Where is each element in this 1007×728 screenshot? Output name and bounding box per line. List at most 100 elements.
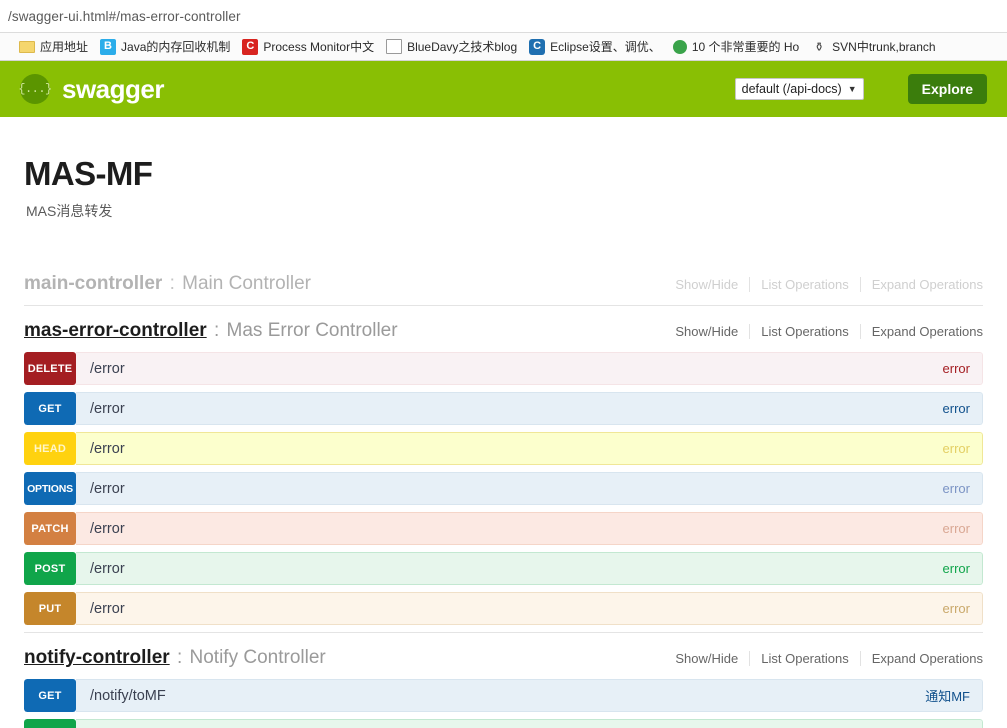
resource-section: mas-error-controller : Mas Error Control… xyxy=(24,305,983,625)
show-hide-link[interactable]: Show/Hide xyxy=(664,324,749,339)
operation-row[interactable]: POST/notify/toMF通知MF xyxy=(24,719,983,728)
bookmarks-bar: 图 应用地址 B Java的内存回收机制 C Process Monitor中文 BlueD… xyxy=(0,33,1007,61)
operation-summary: error xyxy=(942,481,970,496)
expand-operations-link[interactable]: Expand Operations xyxy=(859,651,983,666)
operation-method-label: OPTIONS xyxy=(27,482,73,495)
operation-path[interactable]: /error xyxy=(90,401,125,417)
bookmark-label: SVN中trunk,branch xyxy=(832,40,936,54)
resource-list: main-controller : Main Controller Show/Hi… xyxy=(24,227,983,728)
bookmark-item[interactable]: 应用地址 xyxy=(14,36,93,58)
header-controls: default (/api-docs) ▼ Explore xyxy=(734,74,987,104)
operation-method-label: POST xyxy=(34,562,66,575)
operation-body: /error error xyxy=(76,472,983,505)
operation-path[interactable]: /error xyxy=(90,601,125,617)
operation-path[interactable]: /error xyxy=(90,441,125,457)
resource-title: notify-controller : Notify Controller xyxy=(24,647,326,669)
swagger-header: {...} swagger default (/api-docs) ▼ Expl… xyxy=(0,61,1007,117)
operation-row[interactable]: DELETE/error error xyxy=(24,352,983,385)
resource-name-link[interactable]: notify-controller xyxy=(24,647,170,668)
main-content: MAS-MF MAS消息转发 main-controller : Main Co… xyxy=(0,117,1007,728)
operation-path[interactable]: /error xyxy=(90,521,125,537)
operation-method-badge: PATCH xyxy=(24,512,76,545)
operation-path[interactable]: /notify/toMF xyxy=(90,688,166,704)
operation-method-badge: POST xyxy=(24,552,76,585)
operation-row[interactable]: GET/error error xyxy=(24,392,983,425)
operation-method-badge: PUT xyxy=(24,592,76,625)
bookmark-item[interactable]: B Java的内存回收机制 xyxy=(95,36,235,58)
operation-row[interactable]: GET/notify/toMF 通知MF xyxy=(24,679,983,712)
operation-row[interactable]: HEAD/error error xyxy=(24,432,983,465)
operation-summary: error xyxy=(942,561,970,576)
operation-method-badge: POST xyxy=(24,719,76,728)
operation-path[interactable]: /error xyxy=(90,481,125,497)
operation-row[interactable]: POST/error error xyxy=(24,552,983,585)
resource-separator: : xyxy=(164,273,181,294)
operation-body: /notify/toMF通知MF xyxy=(76,719,983,728)
expand-operations-link[interactable]: Expand Operations xyxy=(859,324,983,339)
bookmark-item[interactable]: C Eclipse设置、调优、 xyxy=(524,36,666,58)
resource-header: mas-error-controller : Mas Error Control… xyxy=(24,305,983,352)
list-operations-link[interactable]: List Operations xyxy=(749,277,859,292)
operation-summary: error xyxy=(942,521,970,536)
chevron-down-icon: ▼ xyxy=(847,84,857,94)
list-operations-link[interactable]: List Operations xyxy=(749,324,859,339)
operation-method-label: DELETE xyxy=(27,362,73,375)
operation-body: /error error xyxy=(76,432,983,465)
operation-method-badge: GET xyxy=(24,679,76,712)
resource-title: mas-error-controller : Mas Error Control… xyxy=(24,320,398,342)
bookmark-item[interactable]: ⚱ SVN中trunk,branch xyxy=(806,36,940,58)
resource-section: main-controller : Main Controller Show/Hi… xyxy=(24,227,983,305)
operation-row[interactable]: OPTIONS/error error xyxy=(24,472,983,505)
operation-row[interactable]: PATCH/error error xyxy=(24,512,983,545)
resource-description: Main Controller xyxy=(182,273,311,294)
resource-separator: : xyxy=(171,647,188,668)
expand-operations-link[interactable]: Expand Operations xyxy=(859,277,983,292)
list-operations-link[interactable]: List Operations xyxy=(749,651,859,666)
bookmark-item[interactable]: 图 xyxy=(2,36,12,58)
api-docs-select[interactable]: default (/api-docs) ▼ xyxy=(734,78,864,100)
operation-method-label: GET xyxy=(38,689,62,702)
url-bar[interactable]: /swagger-ui.html#/mas-error-controller xyxy=(0,0,1007,33)
operation-summary: error xyxy=(942,401,970,416)
bookmark-label: BlueDavy之技术blog xyxy=(407,40,518,54)
operation-path[interactable]: /error xyxy=(90,361,125,377)
url-text: /swagger-ui.html#/mas-error-controller xyxy=(8,8,241,24)
svn-icon: ⚱ xyxy=(814,39,825,54)
operation-summary: error xyxy=(942,361,970,376)
operation-method-label: PUT xyxy=(38,602,62,615)
show-hide-link[interactable]: Show/Hide xyxy=(664,651,749,666)
swagger-logo[interactable]: {...} swagger xyxy=(18,73,165,105)
operation-body: /error error xyxy=(76,552,983,585)
operation-path[interactable]: /error xyxy=(90,561,125,577)
resource-header: main-controller : Main Controller Show/Hi… xyxy=(24,227,983,305)
bookmark-label: 10 个非常重要的 Ho xyxy=(691,40,800,54)
operation-method-badge: HEAD xyxy=(24,432,76,465)
operation-method-label: PATCH xyxy=(31,522,69,535)
bookmark-item[interactable]: BlueDavy之技术blog xyxy=(381,36,522,58)
operation-summary: error xyxy=(942,601,970,616)
api-info: MAS-MF MAS消息转发 xyxy=(24,117,983,227)
operation-row[interactable]: PUT/error error xyxy=(24,592,983,625)
green-circle-icon xyxy=(672,39,687,54)
operation-method-label: GET xyxy=(38,402,62,415)
page-icon xyxy=(386,39,403,54)
resource-name-link[interactable]: mas-error-controller xyxy=(24,320,207,341)
resource-name-link[interactable]: main-controller xyxy=(24,273,162,294)
explore-button[interactable]: Explore xyxy=(907,74,987,104)
operation-summary: error xyxy=(942,441,970,456)
operation-body: /notify/toMF 通知MF xyxy=(76,679,983,712)
bookmark-item[interactable]: C Process Monitor中文 xyxy=(237,36,379,58)
folder-icon xyxy=(19,40,35,53)
blue-b-icon: B xyxy=(100,38,117,55)
operation-summary: 通知MF xyxy=(925,689,970,704)
swagger-wordmark: swagger xyxy=(62,73,165,104)
bookmark-label: Java的内存回收机制 xyxy=(121,40,231,54)
operation-method-badge: GET xyxy=(24,392,76,425)
operation-body: /error error xyxy=(76,392,983,425)
bookmark-item[interactable]: 10 个非常重要的 Ho xyxy=(668,36,804,58)
resource-options: Show/Hide List Operations Expand Operation… xyxy=(664,277,983,292)
resource-description: Mas Error Controller xyxy=(226,320,398,341)
resource-options: Show/Hide List Operations Expand Operation… xyxy=(664,324,983,339)
show-hide-link[interactable]: Show/Hide xyxy=(664,277,749,292)
operation-method-badge: DELETE xyxy=(24,352,76,385)
